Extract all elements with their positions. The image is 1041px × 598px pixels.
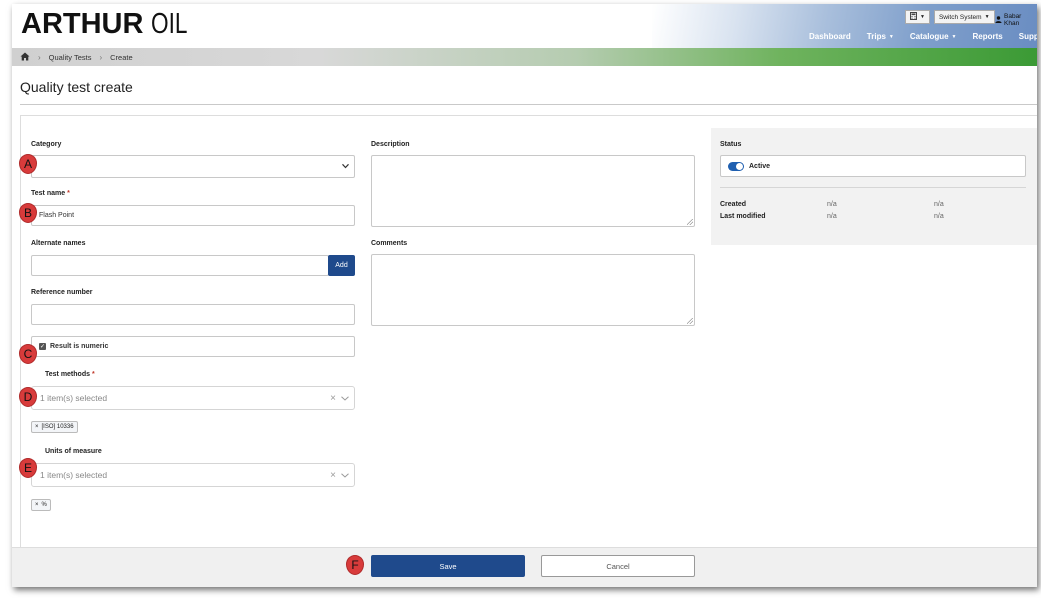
result-numeric-checkbox[interactable]: ✓ <box>39 343 46 350</box>
header-tools: ▼ Switch System ▼ <box>905 10 995 24</box>
nav-label: Catalogue <box>909 32 949 41</box>
nav-trips[interactable]: Trips ▼ <box>859 32 902 41</box>
test-methods-label-text: Test methods <box>45 371 90 378</box>
category-label: Category <box>31 141 62 148</box>
unit-chip: × % <box>31 499 51 511</box>
resize-handle-icon[interactable] <box>687 318 693 324</box>
modified-by: n/a <box>827 213 837 220</box>
description-label: Description <box>371 141 410 148</box>
caret-down-icon: ▼ <box>951 33 957 40</box>
user-icon <box>995 15 1002 25</box>
test-methods-select[interactable]: 1 item(s) selected × <box>31 386 355 410</box>
created-by: n/a <box>827 201 837 208</box>
caret-down-icon: ▼ <box>984 14 990 20</box>
nav-reports[interactable]: Reports <box>965 32 1011 41</box>
app-menu-button[interactable]: ▼ <box>905 10 930 24</box>
page-title: Quality test create <box>20 79 133 95</box>
top-header: ARTHUR OIL ▼ Switch System ▼ Babar Khan … <box>12 4 1037 48</box>
logo-word-2: OIL <box>151 8 188 40</box>
remove-chip-icon[interactable]: × <box>35 424 39 430</box>
nav-label: Trips <box>866 32 886 41</box>
brand-logo[interactable]: ARTHUR OIL <box>21 8 198 41</box>
test-method-chip: × [ISO] 10336 <box>31 421 78 433</box>
nav-support[interactable]: Support <box>1011 32 1037 41</box>
required-mark: * <box>67 190 70 197</box>
app-window: ARTHUR OIL ▼ Switch System ▼ Babar Khan … <box>12 4 1037 587</box>
test-name-label-text: Test name <box>31 190 66 197</box>
reference-number-input[interactable] <box>31 304 355 325</box>
logo-word-1: ARTHUR <box>21 8 144 40</box>
nav-catalogue[interactable]: Catalogue ▼ <box>902 32 965 41</box>
user-menu[interactable]: Babar Khan <box>995 13 1037 27</box>
required-mark: * <box>91 371 95 378</box>
comments-label: Comments <box>371 240 408 247</box>
switch-system-button[interactable]: Switch System ▼ <box>933 10 995 24</box>
chevron-right-icon: › <box>99 52 103 62</box>
status-label: Status <box>720 141 742 148</box>
nav-label: Support <box>1018 32 1037 41</box>
result-numeric-label: Result is numeric <box>50 343 109 350</box>
units-label: Units of measure <box>45 448 102 455</box>
save-button[interactable]: Save <box>371 555 525 577</box>
created-label: Created <box>720 201 747 208</box>
status-field: Active <box>720 155 1026 177</box>
description-textarea[interactable] <box>371 155 695 227</box>
nav-label: Dashboard <box>809 32 851 41</box>
caret-down-icon: ▼ <box>888 33 894 40</box>
chip-label: [ISO] 10336 <box>41 424 74 430</box>
main-nav: Dashboard Trips ▼ Catalogue ▼ Reports Supp… <box>801 32 1037 41</box>
modified-label: Last modified <box>720 213 766 220</box>
switch-system-label: Switch System <box>938 13 982 21</box>
test-name-value: Flash Point <box>39 212 75 219</box>
clear-icon[interactable]: × <box>330 393 336 404</box>
test-name-label: Test name * <box>31 190 70 197</box>
test-name-input[interactable]: Flash Point <box>31 205 355 226</box>
user-name: Babar Khan <box>1004 13 1022 27</box>
test-methods-label: Test methods * <box>45 371 95 378</box>
resize-handle-icon[interactable] <box>687 219 693 225</box>
chevron-down-icon <box>341 394 349 403</box>
created-at: n/a <box>934 201 944 208</box>
breadcrumb-create: Create <box>110 52 133 62</box>
remove-chip-icon[interactable]: × <box>35 502 39 508</box>
alternate-names-input[interactable] <box>31 255 329 276</box>
chip-label: % <box>41 502 47 508</box>
nav-label: Reports <box>972 32 1003 41</box>
category-select[interactable] <box>31 155 355 178</box>
modified-at: n/a <box>934 213 944 220</box>
add-alternate-name-button[interactable]: Add <box>328 255 355 276</box>
active-label: Active <box>749 162 771 170</box>
test-methods-summary: 1 item(s) selected <box>40 393 108 403</box>
nav-dashboard[interactable]: Dashboard <box>801 32 859 41</box>
chevron-down-icon <box>341 471 349 480</box>
caret-down-icon: ▼ <box>920 14 925 20</box>
home-icon[interactable] <box>20 52 30 63</box>
chevron-down-icon <box>342 163 349 170</box>
comments-textarea[interactable] <box>371 254 695 326</box>
result-numeric-field: ✓ Result is numeric <box>31 336 355 357</box>
units-summary: 1 item(s) selected <box>40 470 108 480</box>
calculator-icon <box>910 12 917 22</box>
clear-icon[interactable]: × <box>330 470 336 481</box>
reference-number-label: Reference number <box>31 289 93 296</box>
breadcrumb: › Quality Tests › Create <box>12 48 1037 66</box>
title-divider <box>20 104 1037 105</box>
alternate-names-label: Alternate names <box>31 240 86 247</box>
active-toggle[interactable] <box>728 161 744 171</box>
status-divider <box>720 187 1026 188</box>
breadcrumb-quality-tests[interactable]: Quality Tests <box>49 53 92 62</box>
chevron-right-icon: › <box>38 52 41 62</box>
units-select[interactable]: 1 item(s) selected × <box>31 463 355 487</box>
cancel-button[interactable]: Cancel <box>541 555 695 577</box>
